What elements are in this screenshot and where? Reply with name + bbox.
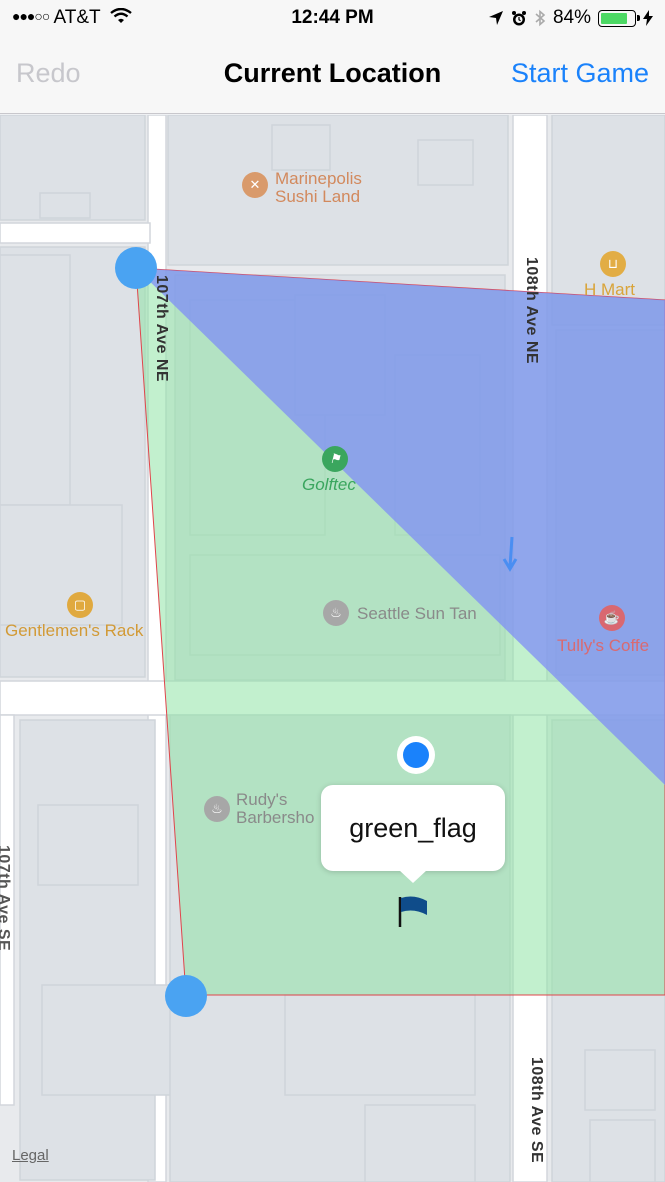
poi-label: Rudy's xyxy=(236,790,288,809)
battery-icon xyxy=(598,9,640,27)
building xyxy=(584,1049,656,1111)
map-view[interactable]: ✕ Marinepolis Sushi Land ⊔ H Mart ⚑ Golf… xyxy=(0,115,665,1182)
poi-label: H Mart xyxy=(584,280,635,299)
building xyxy=(284,994,476,1096)
legal-link[interactable]: Legal xyxy=(12,1147,49,1164)
building xyxy=(417,139,474,186)
building xyxy=(589,1119,656,1182)
street-label: 108th Ave SE xyxy=(528,1057,545,1164)
shopping-bag-icon: ▢ xyxy=(67,592,93,618)
status-bar: ●●●○○ AT&T 12:44 PM 84% xyxy=(0,0,665,38)
navigation-bar: Redo Current Location Start Game xyxy=(0,38,665,114)
shopping-cart-icon: ⊔ xyxy=(600,251,626,277)
poi-label: Golftec xyxy=(302,475,356,494)
poi-seattle-sun-tan[interactable]: ♨ Seattle Sun Tan xyxy=(323,600,477,626)
alarm-clock-icon xyxy=(511,10,526,25)
building xyxy=(364,1104,476,1182)
poi-gentlemens-rack[interactable]: ▢ Gentlemen's Rack xyxy=(5,592,143,640)
street-label: 107th Ave NE xyxy=(153,275,170,383)
building xyxy=(0,254,71,506)
restaurant-icon: ✕ xyxy=(242,172,268,198)
golf-icon: ⚑ xyxy=(322,446,348,472)
bluetooth-icon xyxy=(535,9,546,27)
poi-label: Seattle Sun Tan xyxy=(357,604,477,623)
user-location-dot xyxy=(403,742,429,768)
flag-callout[interactable]: green_flag xyxy=(321,785,505,883)
start-game-button[interactable]: Start Game xyxy=(511,58,649,89)
poi-label: Tully's Coffe xyxy=(557,636,650,655)
poi-label: Gentlemen's Rack xyxy=(5,621,144,640)
road-west-upper xyxy=(0,222,151,244)
street-label: 107th Ave SE xyxy=(0,845,12,952)
battery-percent: 84% xyxy=(552,7,591,28)
block xyxy=(19,719,156,1181)
corner-pin[interactable] xyxy=(115,247,157,289)
poi-h-mart[interactable]: ⊔ H Mart xyxy=(584,251,635,299)
street-label: 108th Ave NE xyxy=(523,257,540,365)
poi-golftec[interactable]: ⚑ Golftec xyxy=(302,446,356,494)
poi-label: Sushi Land xyxy=(275,187,361,206)
salon-icon: ♨ xyxy=(323,600,349,626)
corner-pin[interactable] xyxy=(165,975,207,1017)
poi-tullys-coffee[interactable]: ☕ Tully's Coffe xyxy=(557,605,649,655)
poi-rudys-barbershop[interactable]: ♨ Rudy's Barbersho xyxy=(204,791,314,827)
building xyxy=(37,804,139,886)
charging-bolt-icon xyxy=(643,10,653,26)
building xyxy=(271,124,331,171)
building xyxy=(41,984,173,1096)
redo-button[interactable]: Redo xyxy=(16,58,81,89)
poi-label: Barbersho xyxy=(236,808,315,827)
building xyxy=(39,192,91,219)
coffee-cup-icon: ☕ xyxy=(599,605,625,631)
poi-marinepolis[interactable]: ✕ Marinepolis Sushi Land xyxy=(242,170,362,206)
battery-fill xyxy=(601,12,628,24)
status-right: 84% xyxy=(488,7,653,29)
location-arrow-icon xyxy=(488,11,503,25)
poi-label: Marinepolis xyxy=(275,169,362,188)
salon-icon: ♨ xyxy=(204,796,230,822)
